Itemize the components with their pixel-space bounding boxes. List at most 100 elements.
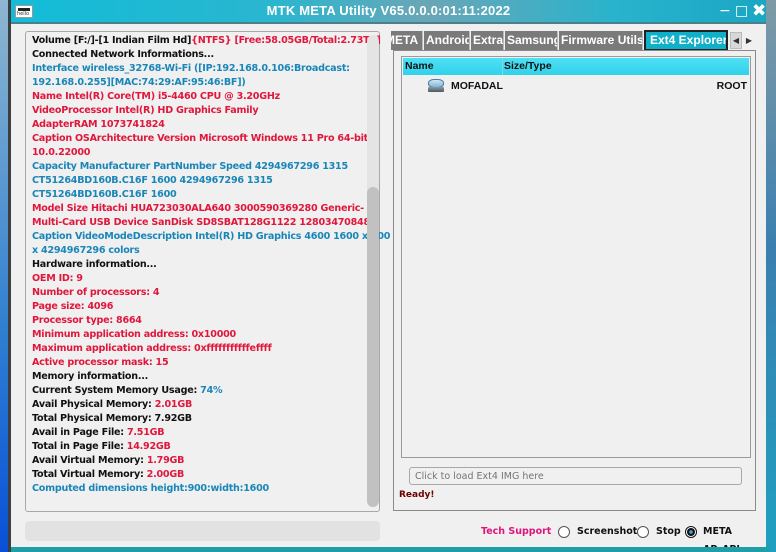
log-segment: Maximum application address: 0xfffffffff… xyxy=(32,343,272,354)
log-line: Interface wireless_32768-Wi-Fi ([IP:192.… xyxy=(32,62,362,76)
log-line: CT51264BD160B.C16F 1600 xyxy=(32,188,362,202)
log-segment: Page size: 4096 xyxy=(32,301,114,312)
log-segment: Active processor mask: 15 xyxy=(32,357,169,368)
log-segment: 7.51GB xyxy=(126,427,165,438)
log-line: Volume [F:/]-[1 Indian Film Hd]{NTFS} [F… xyxy=(32,34,381,48)
log-line: Caption OSArchitecture Version Microsoft… xyxy=(32,132,368,146)
log-line: x 4294967296 colors xyxy=(32,244,362,258)
log-segment: Avail in Page File: xyxy=(32,427,127,438)
log-segment: Total Virtual Memory: xyxy=(32,469,147,480)
log-segment: 14.92GB xyxy=(126,441,171,452)
log-scrollbar-thumb[interactable] xyxy=(367,187,379,507)
column-header-name[interactable]: Name xyxy=(405,58,503,75)
log-line: Caption VideoModeDescription Intel(R) HD… xyxy=(32,230,390,244)
log-segment: AdapterRAM 1073741824 xyxy=(32,119,165,130)
desktop-background xyxy=(766,0,776,552)
maximize-icon[interactable]: □ xyxy=(735,2,748,20)
tab-scroll-right-icon[interactable]: ▶ xyxy=(743,32,755,49)
log-line: Connected Network Informations... xyxy=(32,48,362,62)
log-line: Memory information... xyxy=(32,370,362,384)
title-bar[interactable]: hello MTK META Utility V65.0.0.0:01:11:2… xyxy=(11,0,766,24)
log-segment: Minimum application address: 0x10000 xyxy=(32,329,236,340)
tab-scroll-left-icon[interactable]: ◀ xyxy=(730,32,742,49)
log-segment: Hardware information... xyxy=(32,259,157,270)
item-name: MOFADAL xyxy=(451,80,503,92)
log-line: Avail in Page File: 7.51GB xyxy=(32,426,362,440)
item-type: ROOT xyxy=(716,80,747,92)
log-line: Name Intel(R) Core(TM) i5-4460 CPU @ 3.2… xyxy=(32,90,362,104)
log-segment: 2.01GB xyxy=(154,399,193,410)
log-segment: Current System Memory Usage: xyxy=(32,385,201,396)
log-segment: x 4294967296 colors xyxy=(32,245,140,256)
log-segment: Avail Physical Memory: xyxy=(32,399,155,410)
screenshot-radio[interactable] xyxy=(558,526,570,538)
log-line: Multi-Card USB Device SanDisk SD8SBAT128… xyxy=(32,216,377,230)
drive-icon xyxy=(428,79,444,92)
log-line: 192.168.0.255][MAC:74:29:AF:95:46:BF]) xyxy=(32,76,362,90)
progress-bar xyxy=(25,521,380,541)
log-line: AdapterRAM 1073741824 xyxy=(32,118,362,132)
log-segment: Avail Virtual Memory: xyxy=(32,455,147,466)
stop-radio[interactable] xyxy=(637,526,649,538)
log-line: Active processor mask: 15 xyxy=(32,356,362,370)
tab-android[interactable]: Android xyxy=(424,31,470,50)
list-item[interactable]: MOFADAL ROOT xyxy=(403,77,749,95)
log-line: Computed dimensions height:900:width:160… xyxy=(32,482,362,496)
log-line: Total in Page File: 14.92GB xyxy=(32,440,362,454)
log-line: Minimum application address: 0x10000 xyxy=(32,328,362,342)
log-scrollbar[interactable] xyxy=(367,35,379,507)
log-line: Hardware information... xyxy=(32,258,362,272)
log-segment: Computed dimensions height:900:width:160… xyxy=(32,483,269,494)
log-segment: 10.0.22000 xyxy=(32,147,91,158)
log-segment: 2.00GB xyxy=(146,469,185,480)
tab-extra[interactable]: Extra xyxy=(471,31,504,50)
log-segment: Memory information... xyxy=(32,371,149,382)
log-segment: CT51264BD160B.C16F 1600 4294967296 1315 xyxy=(32,175,273,186)
log-segment: Processor type: 8664 xyxy=(32,315,142,326)
window-title: MTK META Utility V65.0.0.0:01:11:2022 xyxy=(266,3,511,18)
column-header-size-type[interactable]: Size/Type xyxy=(504,58,552,75)
log-segment: Multi-Card USB Device SanDisk SD8SBAT128… xyxy=(32,217,377,228)
log-line: Total Virtual Memory: 2.00GB xyxy=(32,468,362,482)
log-line: Current System Memory Usage: 74% xyxy=(32,384,362,398)
close-icon[interactable]: ✖ xyxy=(752,2,766,20)
tab-meta[interactable]: META xyxy=(391,31,423,50)
log-line: Avail Physical Memory: 2.01GB xyxy=(32,398,362,412)
log-segment: Name Intel(R) Core(TM) i5-4460 CPU @ 3.2… xyxy=(32,91,280,102)
log-segment: Total in Page File: xyxy=(32,441,127,452)
log-line: 10.0.22000 xyxy=(32,146,362,160)
tech-support-link[interactable]: Tech Support xyxy=(481,523,551,541)
tab-strip: META Android Extra Samsung Firmware Util… xyxy=(391,30,761,51)
minimize-icon[interactable]: − xyxy=(719,2,731,20)
list-header: Name Size/Type xyxy=(403,58,749,75)
tab-firmware-utils[interactable]: Firmware Utils xyxy=(559,31,643,50)
file-list[interactable]: Name Size/Type MOFADAL ROOT xyxy=(401,56,751,458)
tab-ext4-explorer[interactable]: Ext4 Explorer xyxy=(644,30,728,51)
ext4-explorer-panel: Name Size/Type MOFADAL ROOT Ready! xyxy=(393,50,756,511)
meta-ap-api-radio[interactable] xyxy=(685,526,697,538)
log-segment: {NTFS} [Free:58.05GB/Total:2.73TB] xyxy=(191,35,381,46)
screenshot-radio-label[interactable]: Screenshot xyxy=(577,523,637,541)
log-lines: Volume [F:/]-[1 Indian Film Hd]{NTFS} [F… xyxy=(32,34,390,496)
log-segment: VideoProcessor Intel(R) HD Graphics Fami… xyxy=(32,105,259,116)
log-segment: Interface wireless_32768-Wi-Fi ([IP:192.… xyxy=(32,63,350,74)
log-segment: 1.79GB xyxy=(146,455,185,466)
tab-samsung[interactable]: Samsung xyxy=(505,31,558,50)
log-line: Avail Virtual Memory: 1.79GB xyxy=(32,454,362,468)
log-line: Processor type: 8664 xyxy=(32,314,362,328)
footer-bar: Tech Support Screenshot Stop META AP_API xyxy=(481,523,771,552)
log-line: VideoProcessor Intel(R) HD Graphics Fami… xyxy=(32,104,362,118)
log-segment: 74% xyxy=(200,385,223,396)
log-segment: CT51264BD160B.C16F 1600 xyxy=(32,189,177,200)
load-ext4-img-input[interactable] xyxy=(409,467,742,485)
log-line: Model Size Hitachi HUA723030ALA640 30005… xyxy=(32,202,364,216)
log-segment: 192.168.0.255][MAC:74:29:AF:95:46:BF]) xyxy=(32,77,246,88)
bottom-border xyxy=(11,547,769,552)
log-line: CT51264BD160B.C16F 1600 4294967296 1315 xyxy=(32,174,362,188)
app-window: hello MTK META Utility V65.0.0.0:01:11:2… xyxy=(8,0,769,552)
stop-radio-label[interactable]: Stop xyxy=(656,523,681,541)
log-line: Maximum application address: 0xfffffffff… xyxy=(32,342,362,356)
log-segment: Capacity Manufacturer PartNumber Speed 4… xyxy=(32,161,348,172)
log-segment: Total Physical Memory: 7.92GB xyxy=(32,413,192,424)
log-line: Capacity Manufacturer PartNumber Speed 4… xyxy=(32,160,362,174)
